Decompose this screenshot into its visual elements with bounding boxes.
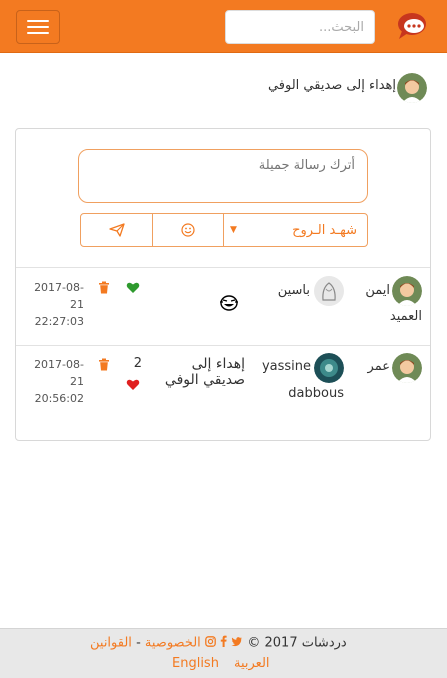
heart-icon[interactable] xyxy=(126,279,140,298)
avatar xyxy=(397,73,427,103)
send-button[interactable] xyxy=(81,214,153,246)
sender-avatar[interactable] xyxy=(392,353,422,383)
laughing-emoji-icon xyxy=(219,294,239,316)
divider xyxy=(16,345,430,346)
delete-icon[interactable] xyxy=(98,356,110,375)
receiver-avatar[interactable] xyxy=(314,276,344,306)
privacy-link[interactable]: الخصوصية xyxy=(145,636,201,651)
footer-links: دردشات 2017 © الخصوصية - القوانين xyxy=(90,635,347,651)
footer-brand: دردشات 2017 © xyxy=(247,635,347,651)
receiver-name-line2[interactable]: dabbous xyxy=(288,386,344,401)
language-arabic-link[interactable]: العربية xyxy=(234,656,270,671)
rules-link[interactable]: القوانين xyxy=(90,636,132,651)
smiley-icon xyxy=(181,223,195,237)
caret-down-icon: ▼ xyxy=(230,225,237,235)
sender-avatar[interactable] xyxy=(392,276,422,306)
chat-bubbles-icon[interactable] xyxy=(394,10,428,42)
twitter-icon[interactable] xyxy=(231,636,243,651)
composer-controls: ▼ شهـد الـروح xyxy=(80,213,368,247)
message-date: 2017-08- 21 22:27:03 xyxy=(34,281,84,328)
receiver-avatar[interactable] xyxy=(314,353,344,383)
recipient-select-value: شهـد الـروح xyxy=(292,222,357,238)
paper-plane-icon xyxy=(108,223,125,237)
message-date: 2017-08- 21 20:56:02 xyxy=(34,358,84,405)
menu-toggle-button[interactable] xyxy=(16,10,60,44)
divider xyxy=(16,267,430,268)
instagram-icon[interactable] xyxy=(205,635,216,651)
like-count: 2 xyxy=(133,356,142,371)
facebook-icon[interactable] xyxy=(220,635,227,651)
top-navbar xyxy=(0,0,447,53)
search-input[interactable] xyxy=(225,10,375,44)
footer-separator: - xyxy=(136,635,141,651)
sender-name-line2[interactable]: العميد xyxy=(340,309,422,324)
receiver-name[interactable]: باسين xyxy=(260,283,310,298)
message-textarea[interactable] xyxy=(78,149,368,203)
emoji-button[interactable] xyxy=(153,214,224,246)
message-body: إهداء إلى صديقي الوفي xyxy=(164,356,245,388)
sender-name[interactable]: عمر xyxy=(340,359,390,374)
delete-icon[interactable] xyxy=(98,279,110,298)
sender-name[interactable]: ايمن xyxy=(340,283,390,298)
recipient-select[interactable]: ▼ شهـد الـروح xyxy=(224,214,367,246)
hamburger-icon xyxy=(27,20,49,22)
language-english-link[interactable]: English xyxy=(172,656,219,671)
dedication-title: إهداء إلى صديقي الوفي xyxy=(267,78,396,93)
receiver-name[interactable]: yassine xyxy=(255,359,311,374)
heart-icon[interactable] xyxy=(126,376,140,395)
